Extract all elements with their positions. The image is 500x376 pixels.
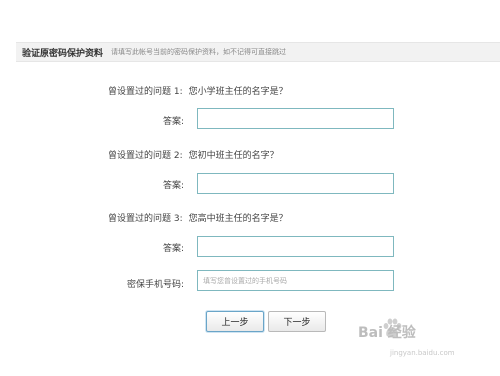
question-3-label: 曾设置过的问题 3: (108, 214, 183, 224)
answer-1-label: 答案: (162, 117, 184, 127)
question-2-label: 曾设置过的问题 2: (108, 151, 183, 161)
question-3-text: 您高中班主任的名字是？ (188, 214, 288, 224)
question-2: 曾设置过的问题 2: 您初中班主任的名字？ (108, 148, 279, 161)
answer-2-input[interactable] (197, 173, 394, 194)
section-header: 验证原密码保护资料 请填写此帐号当前的密码保护资料，如不记得可直接跳过 (16, 42, 500, 62)
question-2-text: 您初中班主任的名字？ (188, 151, 279, 161)
question-1-text: 您小学班主任的名字是？ (188, 87, 288, 97)
answer-3-input[interactable] (197, 236, 394, 257)
next-step-button[interactable]: 下一步 (268, 311, 326, 332)
section-hint: 请填写此帐号当前的密码保护资料，如不记得可直接跳过 (111, 48, 287, 56)
watermark-url: jingyan.baidu.com (390, 349, 455, 357)
answer-1-input[interactable] (197, 108, 394, 129)
phone-label: 密保手机号码: (126, 280, 184, 290)
question-1-label: 曾设置过的问题 1: (108, 87, 183, 97)
question-1: 曾设置过的问题 1: 您小学班主任的名字是？ (108, 84, 288, 97)
question-3: 曾设置过的问题 3: 您高中班主任的名字是？ (108, 211, 288, 224)
section-title: 验证原密码保护资料 (22, 48, 104, 59)
answer-3-label: 答案: (162, 244, 184, 254)
watermark-brand: Bai 经验 (358, 325, 416, 341)
answer-2-label: 答案: (162, 181, 184, 191)
prev-step-button[interactable]: 上一步 (206, 311, 264, 332)
phone-input[interactable] (197, 270, 394, 291)
